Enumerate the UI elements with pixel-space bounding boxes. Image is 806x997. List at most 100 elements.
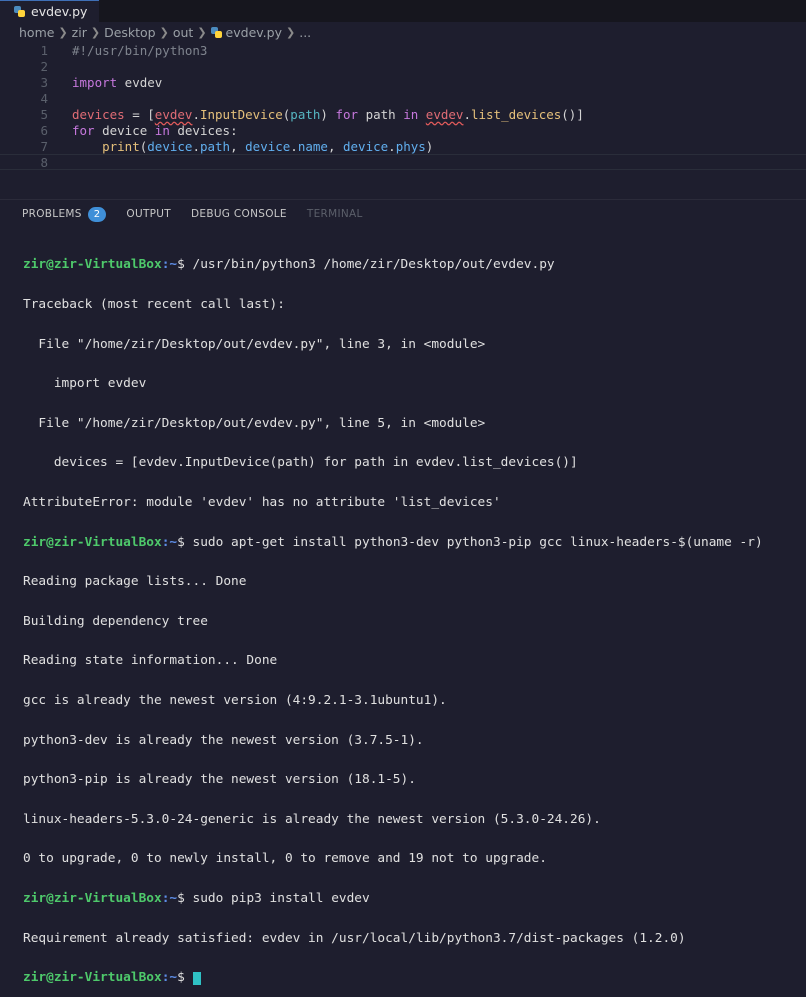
prompt-user: zir@zir-VirtualBox xyxy=(23,890,162,906)
terminal-line: Requirement already satisfied: evdev in … xyxy=(23,930,686,946)
terminal-line: File "/home/zir/Desktop/out/evdev.py", l… xyxy=(23,336,486,352)
tab-output[interactable]: OUTPUT xyxy=(126,208,171,220)
current-line-highlight xyxy=(0,154,806,170)
code-line-8[interactable]: 8 xyxy=(0,154,806,170)
error-squiggle-evdev[interactable]: evdev xyxy=(155,107,193,122)
line-number: 7 xyxy=(40,138,48,154)
code-line-1[interactable]: 1 #!/usr/bin/python3 xyxy=(0,42,806,58)
var-device: device xyxy=(245,138,291,154)
command-text: $ /usr/bin/python3 /home/zir/Desktop/out… xyxy=(177,257,555,273)
line-number: 3 xyxy=(40,74,48,90)
code-line-6[interactable]: 6 for device in devices: xyxy=(0,122,806,138)
func-list-devices: list_devices xyxy=(470,106,562,122)
code-token: . xyxy=(388,138,396,154)
terminal-cursor xyxy=(192,972,201,986)
python-file-icon xyxy=(210,26,222,38)
code-token: device xyxy=(94,122,155,138)
code-line-5[interactable]: 5 devices = [evdev.InputDevice(path) for… xyxy=(0,106,806,122)
line-number: 6 xyxy=(40,122,48,138)
terminal-command-line[interactable]: zir@zir-VirtualBox:~$ xyxy=(23,970,806,986)
line-number: 5 xyxy=(40,106,48,122)
command-text: $ xyxy=(177,970,193,986)
breadcrumb-zir[interactable]: zir xyxy=(72,25,87,40)
error-squiggle-evdev[interactable]: evdev xyxy=(426,107,464,122)
code-token: devices: xyxy=(169,122,238,138)
shebang-comment: #!/usr/bin/python3 xyxy=(72,42,208,58)
breadcrumb: home ❯ zir ❯ Desktop ❯ out ❯ evdev.py ❯ … xyxy=(0,22,806,42)
keyword-in: in xyxy=(403,106,419,122)
breadcrumb-desktop[interactable]: Desktop xyxy=(104,25,156,40)
chevron-right-icon: ❯ xyxy=(197,25,207,39)
code-line-7[interactable]: 7 print(device.path, device.name, device… xyxy=(0,138,806,154)
code-editor[interactable]: 1 #!/usr/bin/python3 2 3 import evdev 4 … xyxy=(0,42,806,195)
chevron-right-icon: ❯ xyxy=(90,25,101,39)
breadcrumb-more[interactable]: ... xyxy=(299,25,311,40)
line-number: 1 xyxy=(40,42,48,58)
code-token: path xyxy=(358,106,404,122)
prompt-path: :~ xyxy=(161,970,178,986)
prompt-path: :~ xyxy=(161,257,178,273)
line-number: 4 xyxy=(40,90,48,106)
prompt-path: :~ xyxy=(161,890,178,906)
command-text: $ sudo pip3 install evdev xyxy=(177,890,370,906)
code-line-4[interactable]: 4 xyxy=(0,90,806,106)
var-devices: devices xyxy=(72,106,125,122)
code-token: ) xyxy=(320,106,336,122)
terminal-command-line: zir@zir-VirtualBox:~$ /usr/bin/python3 /… xyxy=(23,258,806,271)
terminal-line: python3-dev is already the newest versio… xyxy=(23,732,424,748)
code-token: . xyxy=(192,106,200,122)
terminal-line: AttributeError: module 'evdev' has no at… xyxy=(23,494,501,510)
code-line-2[interactable]: 2 xyxy=(0,58,806,74)
code-token: . xyxy=(192,138,200,154)
keyword-for: for xyxy=(335,106,359,122)
python-file-icon xyxy=(14,6,25,17)
command-text: $ sudo apt-get install python3-dev pytho… xyxy=(177,534,763,550)
terminal-line: Reading state information... Done xyxy=(23,653,278,669)
keyword-in: in xyxy=(154,122,170,138)
terminal-command-line: zir@zir-VirtualBox:~$ sudo apt-get insta… xyxy=(23,534,806,550)
terminal-line: python3-pip is already the newest versio… xyxy=(23,772,416,788)
editor-tab-bar: evdev.py xyxy=(0,0,806,22)
attr-phys: phys xyxy=(395,138,426,154)
terminal-line: 0 to upgrade, 0 to newly install, 0 to r… xyxy=(23,851,547,867)
breadcrumb-out[interactable]: out xyxy=(173,25,193,40)
tab-problems-label: PROBLEMS xyxy=(22,208,82,220)
terminal-output[interactable]: zir@zir-VirtualBox:~$ /usr/bin/python3 /… xyxy=(0,228,806,997)
chevron-right-icon: ❯ xyxy=(159,25,169,39)
breadcrumb-file[interactable]: evdev.py xyxy=(226,25,282,40)
line-number: 2 xyxy=(40,58,48,74)
tab-debug-console[interactable]: DEBUG CONSOLE xyxy=(191,208,287,220)
keyword-for: for xyxy=(72,122,95,138)
chevron-right-icon: ❯ xyxy=(286,25,296,39)
code-line-3[interactable]: 3 import evdev xyxy=(0,74,806,90)
param-path: path xyxy=(290,106,321,122)
terminal-line: import evdev xyxy=(23,376,147,392)
terminal-line: devices = [evdev.InputDevice(path) for p… xyxy=(23,455,578,471)
prompt-path: :~ xyxy=(161,534,178,550)
prompt-user: zir@zir-VirtualBox xyxy=(23,257,162,273)
code-token: = [ xyxy=(124,106,155,122)
breadcrumb-home[interactable]: home xyxy=(19,25,54,40)
tab-terminal[interactable]: TERMINAL xyxy=(307,208,363,220)
var-device: device xyxy=(147,138,193,154)
chevron-right-icon: ❯ xyxy=(58,25,68,39)
prompt-user: zir@zir-VirtualBox xyxy=(23,970,162,986)
terminal-line: Building dependency tree xyxy=(23,613,208,629)
terminal-line: Traceback (most recent call last): xyxy=(23,297,285,312)
terminal-line: File "/home/zir/Desktop/out/evdev.py", l… xyxy=(23,415,486,431)
code-token: . xyxy=(290,138,298,154)
code-token: ) xyxy=(425,138,434,154)
terminal-command-line: zir@zir-VirtualBox:~$ sudo pip3 install … xyxy=(23,892,806,905)
keyword-import: import xyxy=(72,74,118,90)
code-token: , xyxy=(327,138,343,154)
terminal-line: gcc is already the newest version (4:9.2… xyxy=(23,692,447,708)
tab-problems[interactable]: PROBLEMS 2 xyxy=(22,206,107,222)
attr-path: path xyxy=(199,138,231,154)
var-device: device xyxy=(343,138,389,154)
panel-tab-bar: PROBLEMS 2 OUTPUT DEBUG CONSOLE TERMINAL xyxy=(0,199,806,228)
terminal-line: linux-headers-5.3.0-24-generic is alread… xyxy=(23,811,601,827)
prompt-user: zir@zir-VirtualBox xyxy=(23,534,162,550)
editor-tab-evdev[interactable]: evdev.py xyxy=(0,0,100,22)
